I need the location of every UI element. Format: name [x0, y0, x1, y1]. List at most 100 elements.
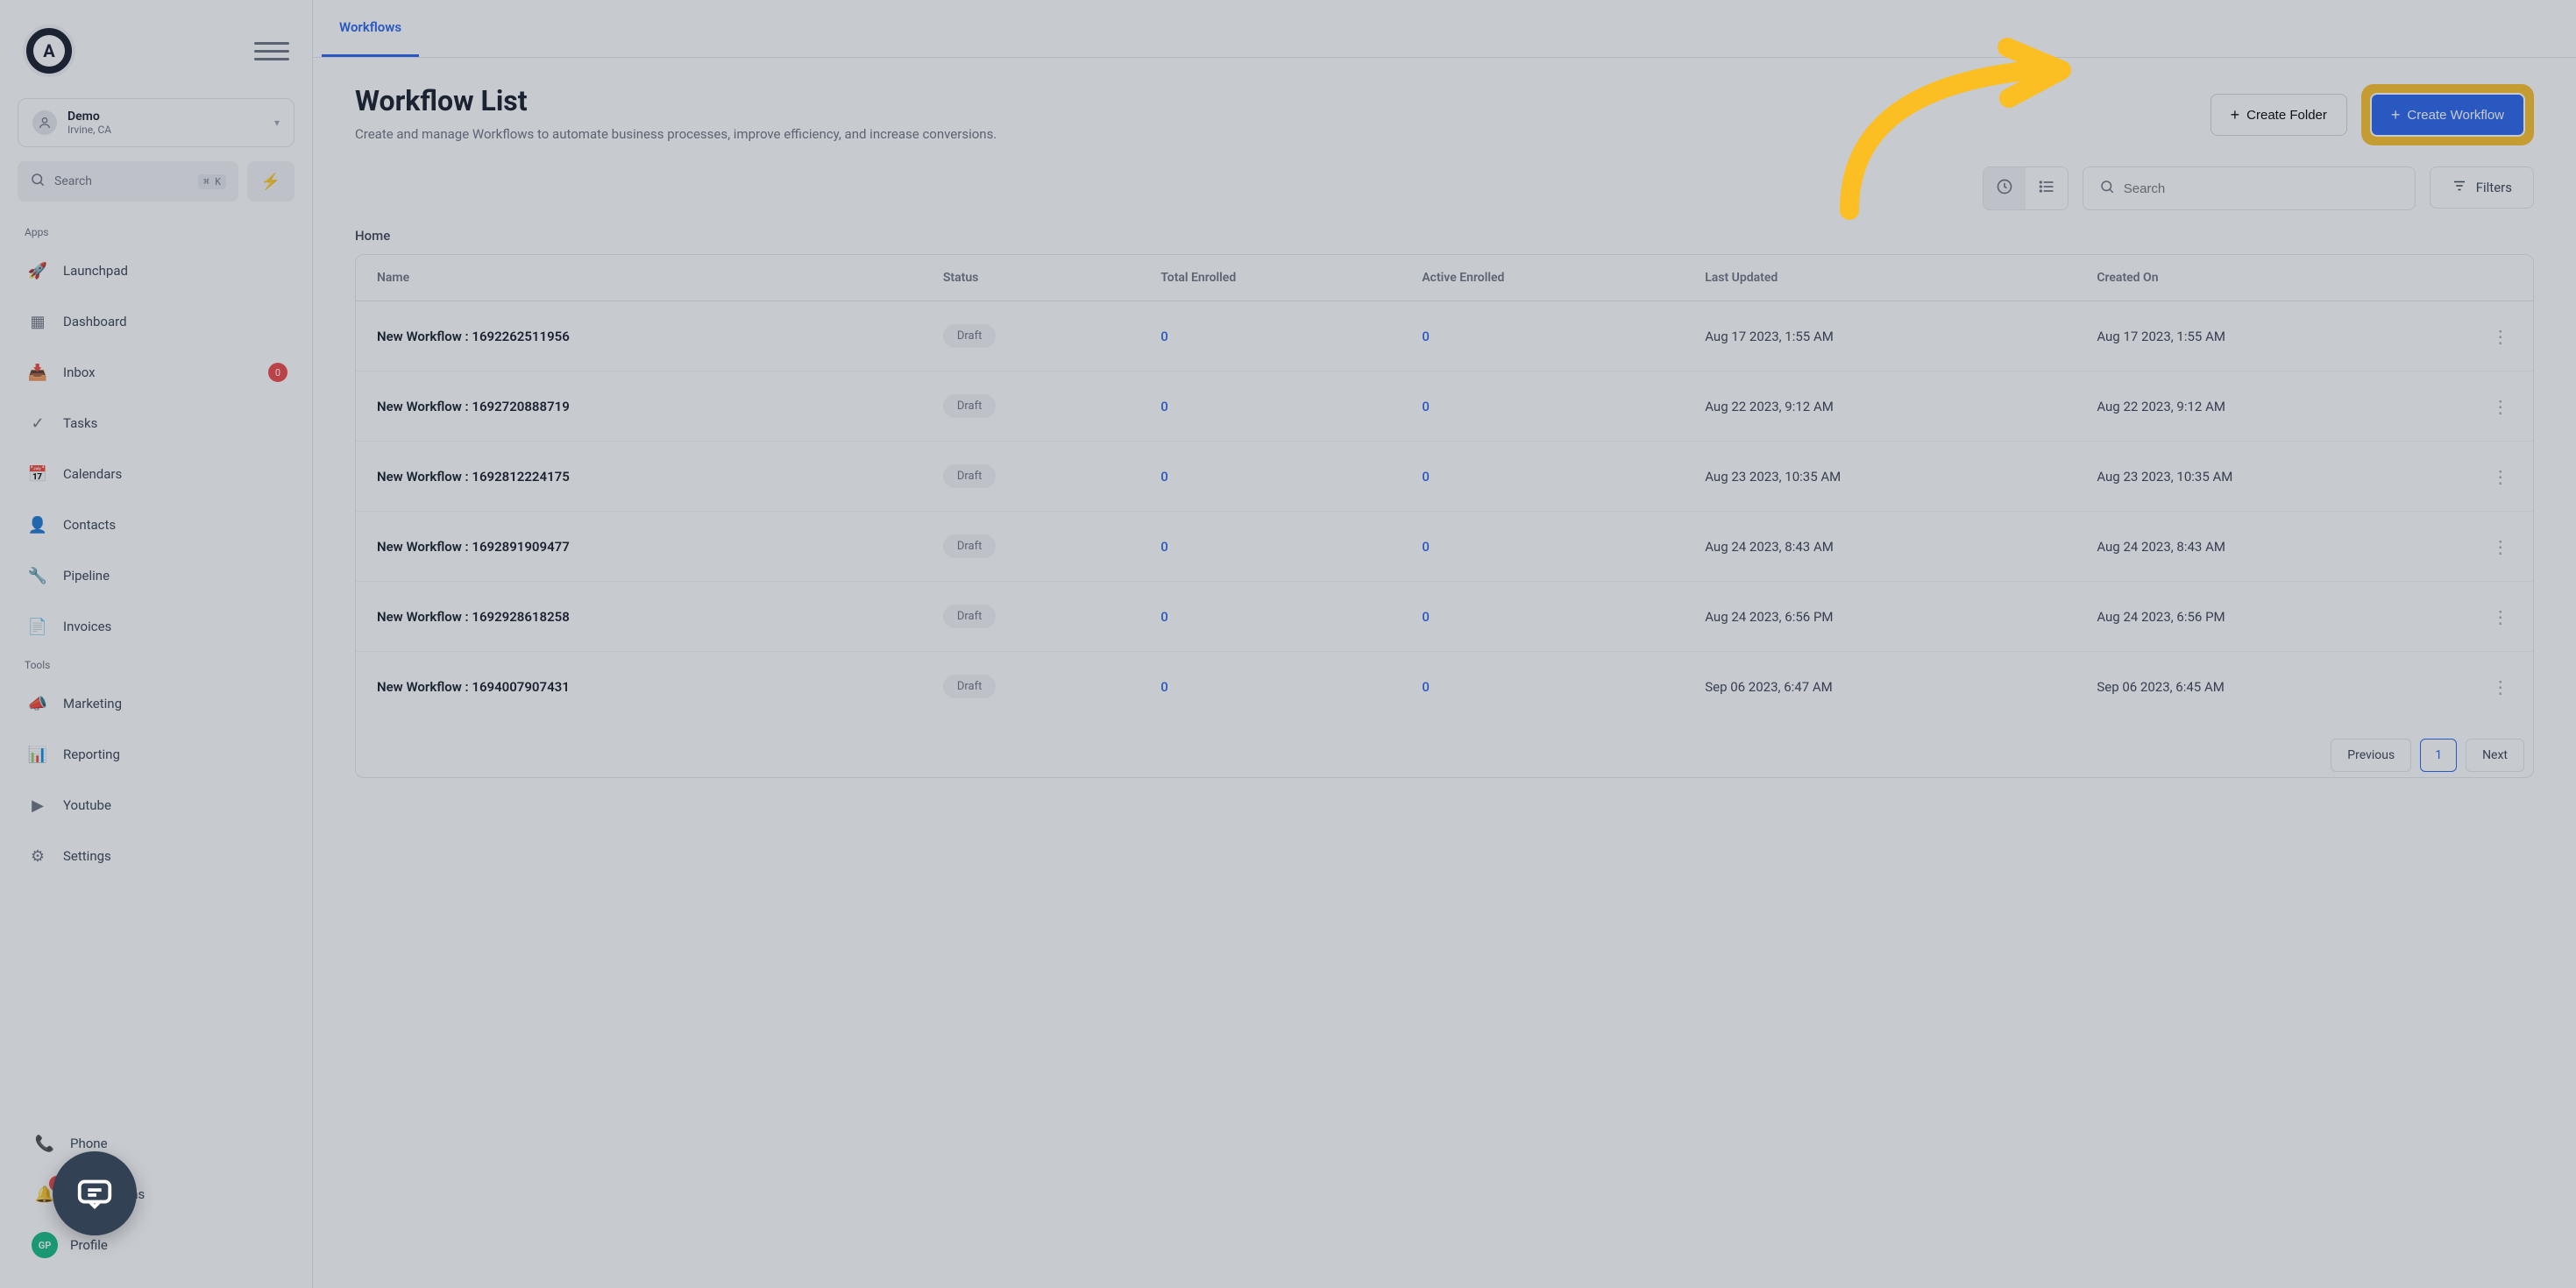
active-enrolled-link[interactable]: 0: [1422, 399, 1430, 414]
section-apps: Apps: [9, 219, 303, 245]
view-toggle: [1983, 166, 2069, 210]
row-menu-button[interactable]: ⋮: [2467, 372, 2533, 442]
org-selector[interactable]: Demo Irvine, CA ▾: [18, 98, 295, 147]
sidebar-item-inbox[interactable]: 📥Inbox0: [9, 347, 303, 398]
breadcrumb[interactable]: Home: [355, 228, 2534, 244]
active-enrolled-link[interactable]: 0: [1422, 609, 1430, 625]
row-name: New Workflow : 1692891909477: [356, 512, 922, 582]
phone-item[interactable]: 📞 Phone: [16, 1118, 296, 1169]
create-folder-button[interactable]: + Create Folder: [2211, 94, 2347, 136]
row-name: New Workflow : 1692812224175: [356, 442, 922, 512]
row-menu-button[interactable]: ⋮: [2467, 582, 2533, 652]
profile-label: Profile: [70, 1237, 108, 1253]
row-created: Aug 17 2023, 1:55 AM: [2076, 301, 2467, 372]
active-enrolled-link[interactable]: 0: [1422, 329, 1430, 344]
sidebar-item-calendars[interactable]: 📅Calendars: [9, 449, 303, 499]
search-button[interactable]: Search ⌘ K: [18, 161, 238, 202]
search-shortcut: ⌘ K: [198, 174, 226, 189]
active-enrolled-link[interactable]: 0: [1422, 469, 1430, 485]
page-description: Create and manage Workflows to automate …: [355, 124, 1407, 145]
launchpad-icon: 🚀: [25, 258, 51, 284]
col-total-enrolled[interactable]: Total Enrolled: [1139, 255, 1401, 301]
highlight-annotation: + Create Workflow: [2361, 84, 2534, 145]
quick-action-button[interactable]: ⚡: [247, 161, 295, 202]
reporting-icon: 📊: [25, 741, 51, 768]
row-updated: Aug 24 2023, 6:56 PM: [1684, 582, 2076, 652]
row-name: New Workflow : 1694007907431: [356, 652, 922, 722]
previous-button[interactable]: Previous: [2331, 739, 2411, 772]
col-name[interactable]: Name: [356, 255, 922, 301]
col-status[interactable]: Status: [922, 255, 1139, 301]
row-menu-button[interactable]: ⋮: [2467, 442, 2533, 512]
sidebar-item-label: Youtube: [63, 797, 111, 813]
page-title: Workflow List: [355, 84, 2193, 117]
status-pill: Draft: [943, 394, 997, 418]
sidebar-item-marketing[interactable]: 📣Marketing: [9, 678, 303, 729]
sidebar-item-pipeline[interactable]: 🔧Pipeline: [9, 550, 303, 601]
table-row[interactable]: New Workflow : 1692928618258 Draft 0 0 A…: [356, 582, 2533, 652]
active-enrolled-link[interactable]: 0: [1422, 679, 1430, 695]
org-location: Irvine, CA: [67, 124, 264, 136]
phone-icon: 📞: [32, 1130, 58, 1157]
table-row[interactable]: New Workflow : 1694007907431 Draft 0 0 S…: [356, 652, 2533, 722]
total-enrolled-link[interactable]: 0: [1160, 609, 1168, 625]
create-workflow-label: Create Workflow: [2407, 108, 2504, 123]
profile-item[interactable]: GP Profile: [16, 1220, 296, 1270]
sidebar: A Demo Irvine, CA ▾ Search ⌘ K: [0, 0, 313, 1288]
sidebar-item-contacts[interactable]: 👤Contacts: [9, 499, 303, 550]
calendars-icon: 📅: [25, 461, 51, 487]
sidebar-item-dashboard[interactable]: ▦Dashboard: [9, 296, 303, 347]
sidebar-item-tasks[interactable]: ✓Tasks: [9, 398, 303, 449]
tab-workflows[interactable]: Workflows: [322, 0, 419, 57]
sidebar-item-launchpad[interactable]: 🚀Launchpad: [9, 245, 303, 296]
page-1-button[interactable]: 1: [2420, 739, 2457, 772]
status-pill: Draft: [943, 605, 997, 628]
menu-toggle-icon[interactable]: [254, 33, 289, 68]
table-search-input[interactable]: [2124, 168, 2399, 209]
sidebar-item-label: Settings: [63, 848, 111, 864]
row-created: Aug 22 2023, 9:12 AM: [2076, 372, 2467, 442]
next-button[interactable]: Next: [2466, 739, 2524, 772]
pipeline-icon: 🔧: [25, 563, 51, 589]
table-row[interactable]: New Workflow : 1692262511956 Draft 0 0 A…: [356, 301, 2533, 372]
total-enrolled-link[interactable]: 0: [1160, 329, 1168, 344]
row-menu-button[interactable]: ⋮: [2467, 652, 2533, 722]
recent-view-button[interactable]: [1983, 167, 2026, 209]
sidebar-item-label: Tasks: [63, 415, 97, 431]
chat-widget-button[interactable]: [53, 1151, 137, 1235]
table-row[interactable]: New Workflow : 1692720888719 Draft 0 0 A…: [356, 372, 2533, 442]
total-enrolled-link[interactable]: 0: [1160, 469, 1168, 485]
chat-icon: [75, 1173, 115, 1214]
marketing-icon: 📣: [25, 690, 51, 717]
brand-avatar[interactable]: A: [23, 25, 75, 77]
brand-letter: A: [33, 35, 65, 67]
col-last-updated[interactable]: Last Updated: [1684, 255, 2076, 301]
table-row[interactable]: New Workflow : 1692812224175 Draft 0 0 A…: [356, 442, 2533, 512]
active-enrolled-link[interactable]: 0: [1422, 539, 1430, 555]
col-active-enrolled[interactable]: Active Enrolled: [1401, 255, 1684, 301]
col-created-on[interactable]: Created On: [2076, 255, 2467, 301]
total-enrolled-link[interactable]: 0: [1160, 679, 1168, 695]
status-pill: Draft: [943, 675, 997, 698]
table-row[interactable]: New Workflow : 1692891909477 Draft 0 0 A…: [356, 512, 2533, 582]
status-pill: Draft: [943, 464, 997, 488]
total-enrolled-link[interactable]: 0: [1160, 539, 1168, 555]
sidebar-item-label: Reporting: [63, 747, 120, 762]
sidebar-item-label: Dashboard: [63, 314, 127, 329]
list-view-button[interactable]: [2026, 167, 2068, 209]
total-enrolled-link[interactable]: 0: [1160, 399, 1168, 414]
settings-icon: ⚙: [25, 843, 51, 869]
sidebar-item-youtube[interactable]: ▶Youtube: [9, 780, 303, 831]
row-menu-button[interactable]: ⋮: [2467, 512, 2533, 582]
list-icon: [2038, 178, 2055, 199]
sidebar-item-reporting[interactable]: 📊 Reporting: [9, 729, 303, 780]
table-search[interactable]: [2083, 166, 2416, 210]
row-updated: Sep 06 2023, 6:47 AM: [1684, 652, 2076, 722]
sidebar-item-settings[interactable]: ⚙ Settings: [9, 831, 303, 881]
inbox-badge: 0: [268, 363, 287, 382]
filters-button[interactable]: Filters: [2430, 166, 2534, 209]
main: Workflows Workflow List Create and manag…: [313, 0, 2576, 1288]
sidebar-item-invoices[interactable]: 📄Invoices: [9, 601, 303, 652]
create-workflow-button[interactable]: + Create Workflow: [2370, 93, 2525, 137]
row-menu-button[interactable]: ⋮: [2467, 301, 2533, 372]
